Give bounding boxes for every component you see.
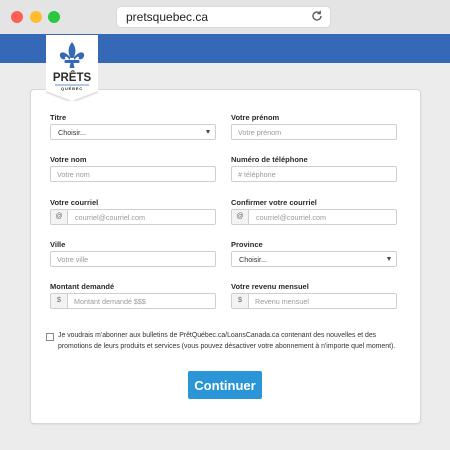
revenu-label: Votre revenu mensuel [231,282,309,291]
confirm-courriel-label: Confirmer votre courriel [231,198,317,207]
telephone-input[interactable]: # téléphone [231,166,397,182]
prenom-input[interactable]: Votre prénom [231,124,397,140]
montant-placeholder: Montant demandé $$$ [74,297,146,306]
logo-brand-text: PRÊTS [53,71,92,84]
chevron-down-icon [206,130,210,134]
nom-input[interactable]: Votre nom [50,166,216,182]
ville-placeholder: Votre ville [57,255,89,264]
prenom-placeholder: Votre prénom [238,128,282,137]
titre-select[interactable]: Choisir... [50,124,216,140]
at-sign-icon: @ [51,210,68,224]
at-sign-icon: @ [232,210,249,224]
reload-icon[interactable] [310,9,324,23]
courriel-placeholder: courriel@courriel.com [75,213,146,222]
maximize-window-button[interactable] [48,11,60,23]
courriel-input[interactable]: @ courriel@courriel.com [50,209,216,225]
nom-label: Votre nom [50,155,87,164]
chevron-down-icon [387,257,391,261]
ville-input[interactable]: Votre ville [50,251,216,267]
revenu-input[interactable]: $ Revenu mensuel [231,293,397,309]
province-select[interactable]: Choisir... [231,251,397,267]
titre-label: Titre [50,113,67,122]
site-logo[interactable]: PRÊTS QUÉBEC [46,35,98,101]
confirm-courriel-input[interactable]: @ courriel@courriel.com [231,209,397,225]
revenu-placeholder: Revenu mensuel [255,297,309,306]
close-window-button[interactable] [11,11,23,23]
courriel-label: Votre courriel [50,198,99,207]
montant-input[interactable]: $ Montant demandé $$$ [50,293,216,309]
address-bar[interactable]: pretsquebec.ca [117,7,330,27]
dollar-sign-icon: $ [232,294,249,308]
continue-button[interactable]: Continuer [188,371,262,399]
logo-sub-text: QUÉBEC [61,86,83,91]
confirm-courriel-placeholder: courriel@courriel.com [256,213,327,222]
dollar-sign-icon: $ [51,294,68,308]
telephone-label: Numéro de téléphone [231,155,308,164]
ville-label: Ville [50,240,66,249]
titre-select-value: Choisir... [58,128,86,137]
province-select-value: Choisir... [239,255,267,264]
province-label: Province [231,240,263,249]
browser-chrome: pretsquebec.ca [0,0,450,35]
minimize-window-button[interactable] [30,11,42,23]
telephone-placeholder: # téléphone [238,170,276,179]
prenom-label: Votre prénom [231,113,280,122]
url-text: pretsquebec.ca [126,10,209,24]
newsletter-consent-text: Je voudrais m'abonner aux bulletins de P… [58,332,396,350]
nom-placeholder: Votre nom [57,170,90,179]
newsletter-checkbox[interactable] [46,333,54,341]
montant-label: Montant demandé [50,282,115,291]
